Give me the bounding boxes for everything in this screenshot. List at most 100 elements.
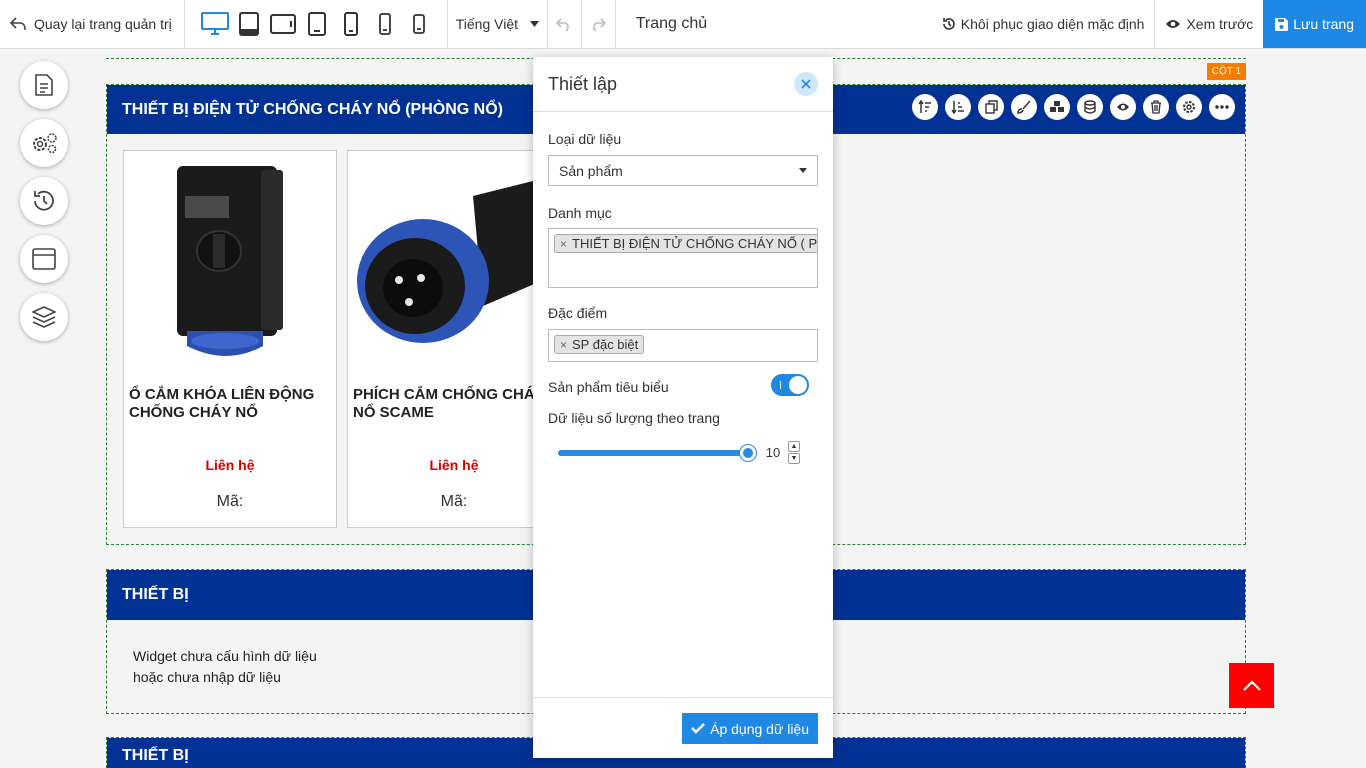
- cubes-icon: [1050, 101, 1064, 112]
- components-button[interactable]: [1044, 94, 1070, 120]
- layers-icon: [32, 306, 56, 328]
- product-image-socket[interactable]: [129, 156, 331, 376]
- product-card[interactable]: PHÍCH CẮM CHỐNG CHÁY NỔ SCAME Liên hệ Mã…: [347, 150, 561, 528]
- feature-multiselect[interactable]: × SP đặc biệt: [548, 329, 818, 362]
- global-settings-button[interactable]: [20, 119, 68, 167]
- tablet-landscape-icon: [269, 14, 296, 34]
- apply-data-button[interactable]: Áp dụng dữ liệu: [682, 713, 818, 744]
- settings-button[interactable]: [1176, 94, 1202, 120]
- phone-icon: [412, 14, 425, 34]
- empty-message-line: Widget chưa cấu hình dữ liệu: [133, 648, 317, 664]
- remove-tag-icon[interactable]: ×: [560, 338, 567, 352]
- category-tag: × THIẾT BỊ ĐIỆN TỬ CHỐNG CHÁY NỔ ( PHÒNG…: [554, 234, 818, 253]
- product-image-plug[interactable]: [353, 156, 555, 376]
- data-type-value: Sản phẩm: [559, 162, 623, 179]
- gear-icon: [1183, 101, 1195, 113]
- featured-product-label: Sản phẩm tiêu biểu: [548, 379, 669, 395]
- slider-thumb[interactable]: [740, 445, 756, 461]
- settings-panel-header: Thiết lập: [533, 57, 833, 112]
- editor-toolbar: Quay lại trang quản trị Tiếng Việt Trang…: [0, 0, 1366, 49]
- move-up-button[interactable]: [912, 94, 938, 120]
- product-code: Mã:: [440, 493, 468, 510]
- product-name[interactable]: Ổ CẮM KHÓA LIÊN ĐỘNG CHỐNG CHÁY NỔ: [129, 386, 332, 422]
- undo-icon: [556, 18, 569, 32]
- section-toolbar: [912, 94, 1235, 120]
- preview-button[interactable]: Xem trước: [1155, 0, 1263, 48]
- close-icon: [801, 79, 811, 89]
- eye-icon: [1166, 20, 1181, 28]
- language-select[interactable]: Tiếng Việt: [448, 0, 548, 48]
- restore-default-button[interactable]: Khôi phục giao diện mặc định: [932, 0, 1156, 48]
- preview-label: Xem trước: [1186, 16, 1254, 32]
- slider-fill: [558, 450, 748, 456]
- tablet-portrait-icon: [307, 12, 326, 36]
- device-tablet-landscape-button[interactable]: [233, 8, 265, 40]
- device-phone-medium-button[interactable]: [369, 8, 401, 40]
- section-title-text: THIẾT BỊ: [122, 747, 189, 764]
- device-tablet-portrait-button[interactable]: [301, 8, 333, 40]
- window-icon: [32, 248, 56, 270]
- page-settings-button[interactable]: [20, 61, 68, 109]
- category-multiselect[interactable]: × THIẾT BỊ ĐIỆN TỬ CHỐNG CHÁY NỔ ( PHÒNG…: [548, 228, 818, 288]
- visibility-button[interactable]: [1110, 94, 1136, 120]
- reply-arrow-icon: [10, 17, 26, 31]
- history-button[interactable]: [20, 177, 68, 225]
- redo-button[interactable]: [582, 0, 616, 48]
- column-tag: CỘT 1: [1206, 63, 1246, 80]
- product-card[interactable]: Ổ CẮM KHÓA LIÊN ĐỘNG CHỐNG CHÁY NỔ Liên …: [123, 150, 337, 528]
- save-page-button[interactable]: Lưu trang: [1263, 0, 1366, 48]
- undo-button[interactable]: [548, 0, 582, 48]
- feature-tag: × SP đặc biệt: [554, 335, 645, 354]
- increment-arrow-icon[interactable]: ▲: [788, 440, 800, 452]
- save-page-label: Lưu trang: [1293, 16, 1354, 32]
- redo-icon: [593, 18, 607, 32]
- data-type-select[interactable]: Sản phẩm: [548, 155, 818, 186]
- back-to-admin-button[interactable]: Quay lại trang quản trị: [0, 0, 185, 48]
- device-phone-small-button[interactable]: [403, 8, 435, 40]
- category-tag-text: THIẾT BỊ ĐIỆN TỬ CHỐNG CHÁY NỔ ( PHÒNG N…: [572, 236, 818, 251]
- toggle-knob: [789, 376, 807, 394]
- product-price: Liên hệ: [429, 457, 479, 473]
- category-label: Danh mục: [548, 205, 612, 221]
- feature-tag-text: SP đặc biệt: [572, 337, 639, 352]
- featured-product-toggle[interactable]: [771, 374, 809, 396]
- eye-icon: [1117, 103, 1129, 111]
- style-button[interactable]: [1011, 94, 1037, 120]
- trash-icon: [1151, 100, 1161, 114]
- sort-up-icon: [918, 100, 931, 113]
- layout-button[interactable]: [20, 235, 68, 283]
- floppy-disk-icon: [1275, 17, 1289, 31]
- toggle-on-mark: [780, 381, 781, 389]
- close-panel-button[interactable]: [794, 72, 818, 96]
- product-name[interactable]: PHÍCH CẮM CHỐNG CHÁY NỔ SCAME: [353, 386, 556, 422]
- widget-empty-message: Widget chưa cấu hình dữ liệu hoặc chưa n…: [133, 646, 317, 688]
- brush-icon: [1017, 100, 1031, 114]
- check-icon: [691, 723, 705, 734]
- move-down-button[interactable]: [945, 94, 971, 120]
- layers-button[interactable]: [20, 293, 68, 341]
- restore-default-label: Khôi phục giao diện mặc định: [960, 16, 1145, 32]
- history-icon: [942, 18, 955, 30]
- data-source-button[interactable]: [1077, 94, 1103, 120]
- duplicate-button[interactable]: [978, 94, 1004, 120]
- decrement-arrow-icon[interactable]: ▼: [788, 452, 800, 464]
- remove-tag-icon[interactable]: ×: [560, 237, 567, 251]
- caret-down-icon: [799, 168, 807, 173]
- device-tablet-wide-button[interactable]: [267, 8, 299, 40]
- back-to-admin-label: Quay lại trang quản trị: [34, 16, 172, 32]
- scroll-to-top-button[interactable]: [1229, 663, 1274, 708]
- more-options-button[interactable]: [1209, 94, 1235, 120]
- tablet-icon: [238, 12, 259, 36]
- device-desktop-button[interactable]: [199, 8, 231, 40]
- phone-icon: [378, 13, 391, 35]
- current-page-name: Trang chủ: [635, 15, 708, 32]
- database-icon: [1084, 100, 1096, 114]
- sort-down-icon: [951, 101, 964, 114]
- section-title-text: THIẾT BỊ ĐIỆN TỬ CHỐNG CHÁY NỔ (PHÒNG NỔ…: [122, 100, 503, 118]
- per-page-slider[interactable]: [558, 445, 756, 461]
- delete-button[interactable]: [1143, 94, 1169, 120]
- settings-panel: Thiết lập Loại dữ liệu Sản phẩm Danh mục…: [533, 57, 833, 758]
- per-page-number-input[interactable]: 10 ▲ ▼: [758, 439, 806, 465]
- history-icon: [34, 190, 54, 211]
- device-phone-large-button[interactable]: [335, 8, 367, 40]
